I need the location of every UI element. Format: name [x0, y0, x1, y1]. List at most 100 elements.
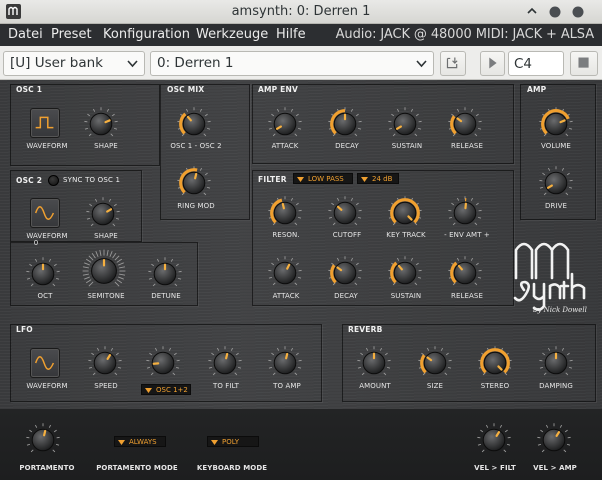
- osc2-shape-label: SHAPE: [94, 232, 118, 240]
- amp-title: AMP: [527, 85, 547, 94]
- reverb-size-label: SIZE: [426, 382, 444, 390]
- osc2-waveform-button[interactable]: [30, 198, 60, 228]
- save-to-bank-icon: [446, 57, 458, 69]
- menu-bar: Datei Preset Konfiguration Werkzeuge Hil…: [0, 24, 602, 46]
- preset-select-value: 0: Derren 1: [157, 55, 234, 71]
- toolbar: [U] User bank 0: Derren 1 C4: [0, 46, 602, 80]
- menu-hilfe[interactable]: Hilfe: [276, 27, 306, 42]
- filter-resonance-knob[interactable]: [265, 193, 305, 233]
- play-button[interactable]: [480, 51, 505, 76]
- chevron-down-icon: [416, 60, 427, 68]
- sync-toggle[interactable]: [48, 175, 59, 186]
- oct-knob[interactable]: [23, 254, 63, 294]
- lfo-to-amp-label: TO AMP: [273, 382, 301, 390]
- save-to-bank-button[interactable]: [440, 51, 466, 76]
- preset-select[interactable]: 0: Derren 1: [150, 51, 434, 76]
- keyboard-mode-label: KEYBOARD MODE: [196, 464, 268, 472]
- dropdown-triangle-icon: [145, 388, 152, 393]
- amp-release-knob[interactable]: [445, 104, 485, 144]
- velocity-to-filter-knob[interactable]: [474, 420, 514, 460]
- osc2-shape-knob[interactable]: [83, 194, 123, 234]
- close-icon[interactable]: [571, 5, 585, 19]
- title-bar: amsynth: 0: Derren 1: [0, 0, 602, 24]
- portamento-mode-select[interactable]: ALWAYS: [114, 436, 166, 447]
- lfo-osc-knob[interactable]: [143, 343, 183, 383]
- reverb-amount-knob[interactable]: [354, 343, 394, 383]
- osc2-title: OSC 2: [16, 176, 43, 185]
- reverb-stereo-knob[interactable]: [475, 343, 515, 383]
- osc1-waveform-button[interactable]: [30, 108, 60, 138]
- filter-attack-knob[interactable]: [265, 253, 305, 293]
- velocity-to-amp-label: VEL > AMP: [533, 464, 577, 472]
- semitone-label: SEMITONE: [87, 292, 125, 300]
- filter-slope-value: 24 dB: [372, 175, 393, 183]
- portamento-mode-value: ALWAYS: [129, 438, 157, 446]
- filter-title: FILTER: [258, 175, 287, 184]
- sine-wave-icon: [34, 355, 55, 371]
- filter-sustain-knob[interactable]: [385, 253, 425, 293]
- filter-release-label: RELEASE: [451, 292, 483, 300]
- dropdown-triangle-icon: [361, 177, 368, 182]
- velocity-to-amp-knob[interactable]: [534, 420, 574, 460]
- portamento-knob[interactable]: [23, 420, 63, 460]
- reverb-amount-label: AMOUNT: [359, 382, 391, 390]
- dropdown-triangle-icon: [211, 440, 218, 445]
- minimize-icon[interactable]: [525, 5, 539, 19]
- filter-decay-knob[interactable]: [325, 253, 365, 293]
- stop-button[interactable]: [570, 51, 598, 76]
- drive-knob[interactable]: [536, 163, 576, 203]
- reverb-size-knob[interactable]: [415, 343, 455, 383]
- lfo-destination-select[interactable]: OSC 1+2: [141, 384, 191, 395]
- audio-midi-status: Audio: JACK @ 48000 MIDI: JACK + ALSA: [335, 27, 594, 42]
- bank-select-value: [U] User bank: [10, 55, 103, 71]
- filter-type-value: LOW PASS: [308, 175, 344, 183]
- bank-select[interactable]: [U] User bank: [3, 51, 145, 76]
- semitone-knob[interactable]: [81, 248, 127, 294]
- key-track-label: KEY TRACK: [386, 231, 426, 239]
- volume-knob[interactable]: [536, 104, 576, 144]
- osc2-waveform-label: WAVEFORM: [26, 232, 68, 240]
- ring-mod-knob[interactable]: [174, 163, 214, 203]
- detune-knob[interactable]: [145, 254, 185, 294]
- amp-attack-label: ATTACK: [271, 142, 299, 150]
- dropdown-triangle-icon: [118, 440, 125, 445]
- filter-slope-select[interactable]: 24 dB: [357, 173, 399, 184]
- maximize-icon[interactable]: [548, 5, 562, 19]
- lfo-to-filter-knob[interactable]: [205, 343, 245, 383]
- synth-panel: OSC 1 OSC MIX AMP ENV AMP OSC 2 SYNC TO …: [0, 80, 602, 480]
- amp-sustain-knob[interactable]: [385, 104, 425, 144]
- keyboard-mode-select[interactable]: POLY: [207, 436, 259, 447]
- stop-icon: [578, 57, 589, 68]
- lfo-waveform-button[interactable]: [30, 348, 60, 378]
- logo-byline: by Nick Dowell: [533, 306, 587, 314]
- osc1-shape-knob[interactable]: [81, 104, 121, 144]
- filter-attack-label: ATTACK: [272, 292, 300, 300]
- osc-mix-knob[interactable]: [174, 104, 214, 144]
- sine-wave-icon: [34, 205, 55, 221]
- chevron-down-icon: [127, 60, 138, 68]
- sync-label: SYNC TO OSC 1: [63, 176, 121, 184]
- menu-preset[interactable]: Preset: [51, 27, 92, 42]
- filter-release-knob[interactable]: [445, 253, 485, 293]
- detune-label: DETUNE: [151, 292, 181, 300]
- filter-cutoff-knob[interactable]: [325, 193, 365, 233]
- menu-konfiguration[interactable]: Konfiguration: [103, 27, 190, 42]
- filter-decay-label: DECAY: [334, 292, 358, 300]
- lfo-to-amp-knob[interactable]: [265, 343, 305, 383]
- play-icon: [489, 57, 497, 69]
- filter-type-select[interactable]: LOW PASS: [293, 173, 353, 184]
- reverb-damping-knob[interactable]: [536, 343, 576, 383]
- note-input[interactable]: C4: [508, 51, 564, 76]
- osc-mix-title: OSC MIX: [167, 85, 205, 94]
- env-amount-knob[interactable]: [445, 193, 485, 233]
- lfo-waveform-label: WAVEFORM: [26, 382, 68, 390]
- amp-attack-knob[interactable]: [265, 104, 305, 144]
- portamento-label: PORTAMENTO: [19, 464, 75, 472]
- oct-label: OCT: [37, 292, 53, 300]
- menu-datei[interactable]: Datei: [8, 27, 43, 42]
- lfo-speed-knob[interactable]: [85, 343, 125, 383]
- amp-decay-knob[interactable]: [325, 104, 365, 144]
- key-track-knob[interactable]: [385, 193, 425, 233]
- menu-werkzeuge[interactable]: Werkzeuge: [196, 27, 268, 42]
- portamento-mode-label: PORTAMENTO MODE: [96, 464, 178, 472]
